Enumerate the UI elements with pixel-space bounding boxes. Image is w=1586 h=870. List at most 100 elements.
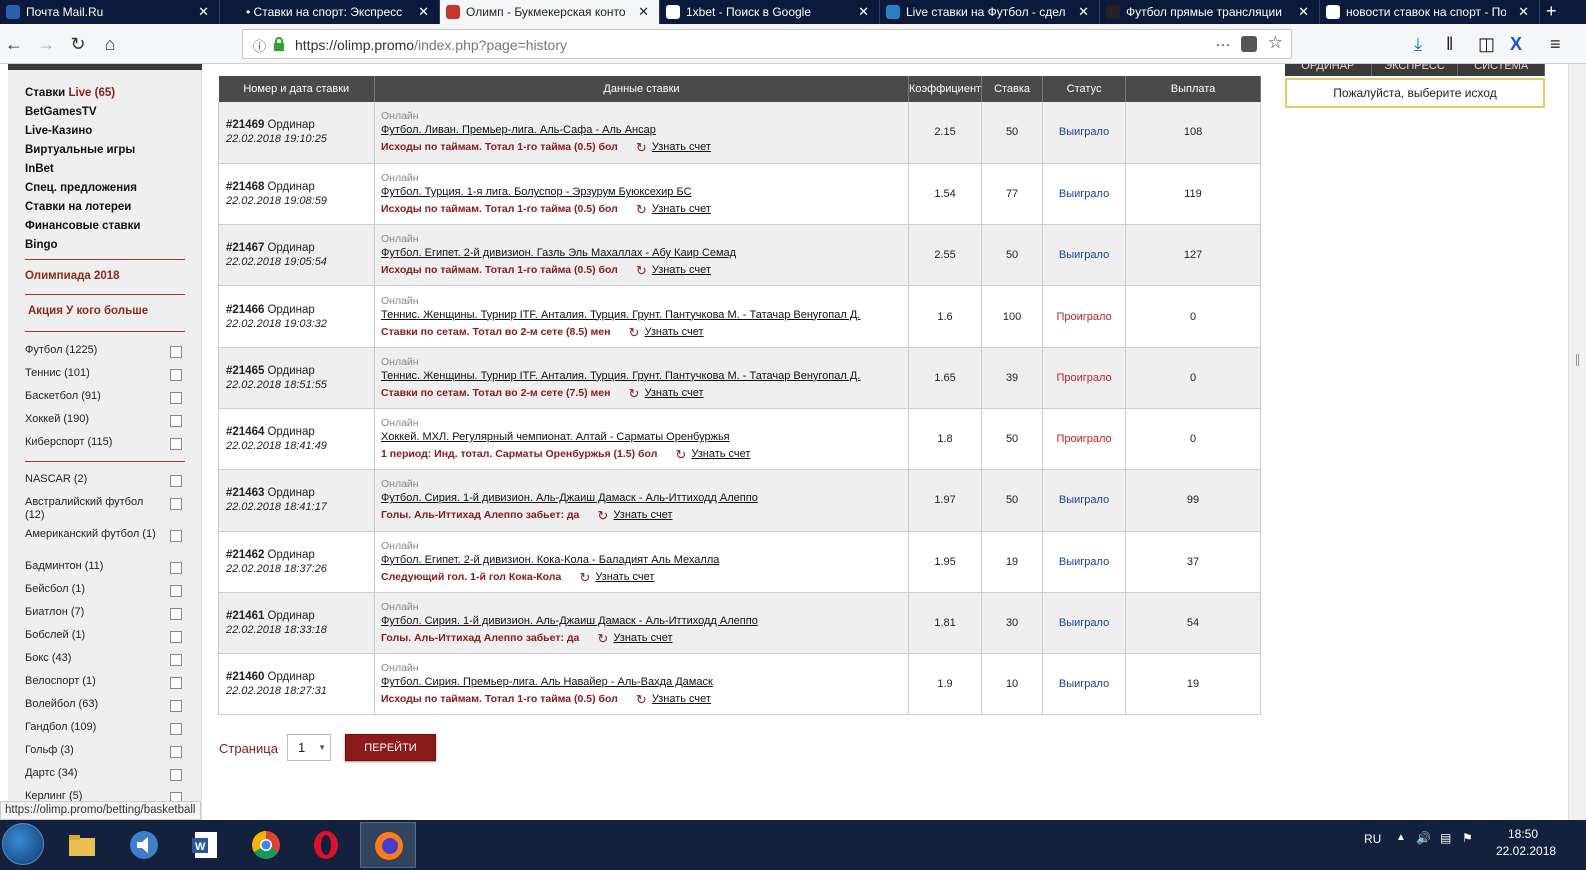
explorer-app[interactable]	[54, 822, 110, 868]
close-icon[interactable]: ✕	[858, 4, 869, 20]
url-bar[interactable]: ⓘ https://olimp.promo/index.php?page=his…	[242, 29, 1292, 59]
pocket-icon[interactable]	[1241, 36, 1257, 52]
refresh-icon[interactable]: ↻	[636, 141, 648, 154]
score-link[interactable]: Узнать счет	[644, 387, 703, 399]
refresh-icon[interactable]: ↻	[597, 509, 609, 522]
score-link[interactable]: Узнать счет	[613, 632, 672, 644]
reload-button[interactable]: ↻	[66, 32, 90, 56]
score-link[interactable]: Узнать счет	[691, 448, 750, 460]
sport-checkbox[interactable]	[170, 369, 182, 381]
page-select[interactable]: 1 ▼	[287, 734, 331, 761]
sport-item[interactable]: Американский футбол (1)	[25, 528, 185, 560]
tray-expand-icon[interactable]: ▲	[1396, 832, 1406, 843]
sport-item[interactable]: Велоспорт (1)	[25, 675, 185, 698]
sport-checkbox[interactable]	[170, 438, 182, 450]
event-link[interactable]: Футбол. Сирия. 1-й дивизион. Аль-Джаиш Д…	[381, 615, 908, 627]
event-link[interactable]: Футбол. Турция. 1-я лига. Болуспор - Эрз…	[381, 186, 908, 198]
sport-checkbox[interactable]	[170, 746, 182, 758]
promo-action[interactable]: Акция У кого больше	[28, 305, 148, 317]
new-tab-icon[interactable]: +	[1540, 0, 1563, 24]
event-link[interactable]: Футбол. Сирия. 1-й дивизион. Аль-Джаиш Д…	[381, 492, 908, 504]
home-button[interactable]: ⌂	[98, 32, 122, 56]
sport-checkbox[interactable]	[170, 654, 182, 666]
flag-icon[interactable]: ⚑	[1462, 831, 1473, 845]
browser-tab[interactable]: новости ставок на спорт - По ✕	[1320, 0, 1540, 24]
sport-checkbox[interactable]	[170, 769, 182, 781]
refresh-icon[interactable]: ↻	[628, 326, 640, 339]
page-scrollbar[interactable]	[1568, 64, 1586, 820]
go-button[interactable]: ПЕРЕЙТИ	[345, 734, 436, 761]
sport-checkbox[interactable]	[170, 562, 182, 574]
score-link[interactable]: Узнать счет	[652, 203, 711, 215]
chrome-app[interactable]	[238, 822, 294, 868]
close-icon[interactable]: ✕	[418, 4, 429, 20]
score-link[interactable]: Узнать счет	[652, 141, 711, 153]
sport-checkbox[interactable]	[170, 723, 182, 735]
sidebar-icon[interactable]: ◫	[1478, 32, 1495, 56]
media-player-app[interactable]	[116, 822, 172, 868]
browser-tab[interactable]: Почта Mail.Ru ✕	[0, 0, 220, 24]
sport-item[interactable]: Биатлон (7)	[25, 606, 185, 629]
sport-item[interactable]: Баскетбол (91)	[25, 390, 185, 413]
clock-date[interactable]: 22.02.2018	[1496, 844, 1556, 858]
sidebar-menu-item[interactable]: Финансовые ставки	[25, 217, 140, 236]
refresh-icon[interactable]: ↻	[636, 203, 648, 216]
network-icon[interactable]: ▤	[1440, 831, 1451, 845]
score-link[interactable]: Узнать счет	[652, 264, 711, 276]
sport-item[interactable]: Хоккей (190)	[25, 413, 185, 436]
sport-item[interactable]: Бокс (43)	[25, 652, 185, 675]
event-link[interactable]: Футбол. Египет. 2-й дивизион. Газль Эль …	[381, 247, 908, 259]
refresh-icon[interactable]: ↻	[636, 264, 648, 277]
sport-checkbox[interactable]	[170, 498, 182, 510]
sport-checkbox[interactable]	[170, 700, 182, 712]
score-link[interactable]: Узнать счет	[595, 571, 654, 583]
sport-item[interactable]: Футбол (1225)	[25, 344, 185, 367]
volume-icon[interactable]: 🔊	[1416, 831, 1431, 845]
sidebar-menu-item[interactable]: BetGamesTV	[25, 103, 140, 122]
tab-single[interactable]: ОРДИНАР	[1285, 64, 1372, 76]
scrollbar-grip[interactable]	[1576, 354, 1579, 366]
sidebar-menu-item[interactable]: Ставки Live (65)	[25, 84, 140, 103]
extension-icon[interactable]: X	[1510, 32, 1522, 56]
refresh-icon[interactable]: ↻	[636, 693, 648, 706]
sidebar-menu-item[interactable]: Live-Казино	[25, 122, 140, 141]
close-icon[interactable]: ✕	[1078, 4, 1089, 20]
sidebar-menu-item[interactable]: Спец. предложения	[25, 179, 140, 198]
browser-tab[interactable]: 1xbet - Поиск в Google ✕	[660, 0, 880, 24]
event-link[interactable]: Хоккей. МХЛ. Регулярный чемпионат. Алтай…	[381, 431, 908, 443]
language-indicator[interactable]: RU	[1364, 832, 1381, 846]
sport-checkbox[interactable]	[170, 530, 182, 542]
start-button[interactable]	[2, 823, 44, 865]
info-icon[interactable]: ⓘ	[253, 36, 266, 55]
browser-tab[interactable]: Live ставки на Футбол - сдела ✕	[880, 0, 1100, 24]
event-link[interactable]: Футбол. Ливан. Премьер-лига. Аль-Сафа - …	[381, 124, 908, 136]
bookmark-star-icon[interactable]: ☆	[1268, 33, 1283, 53]
event-link[interactable]: Футбол. Египет. 2-й дивизион. Кока-Кола …	[381, 554, 908, 566]
browser-tab[interactable]: Футбол прямые трансляции - ✕	[1100, 0, 1320, 24]
more-icon[interactable]: …	[1215, 33, 1231, 51]
close-icon[interactable]: ✕	[198, 4, 209, 20]
event-link[interactable]: Теннис. Женщины. Турнир ITF. Анталия. Ту…	[381, 309, 908, 321]
event-link[interactable]: Футбол. Сирия. Премьер-лига. Аль Навайер…	[381, 676, 908, 688]
score-link[interactable]: Узнать счет	[613, 509, 672, 521]
close-icon[interactable]: ✕	[638, 4, 649, 20]
sport-checkbox[interactable]	[170, 392, 182, 404]
sport-item[interactable]: Волейбол (63)	[25, 698, 185, 721]
clock-time[interactable]: 18:50	[1508, 827, 1538, 841]
sport-item[interactable]: Гандбол (109)	[25, 721, 185, 744]
sport-item[interactable]: Киберспорт (115)	[25, 436, 185, 459]
refresh-icon[interactable]: ↻	[579, 571, 591, 584]
sport-item[interactable]: Дартс (34)	[25, 767, 185, 790]
sport-checkbox[interactable]	[170, 415, 182, 427]
library-icon[interactable]: ‖	[1446, 32, 1453, 56]
sport-item[interactable]: Теннис (101)	[25, 367, 185, 390]
promo-olympics[interactable]: Олимпиада 2018	[25, 270, 120, 282]
sport-checkbox[interactable]	[170, 475, 182, 487]
tab-system[interactable]: СИСТЕМА	[1458, 64, 1545, 76]
word-app[interactable]: W	[178, 822, 234, 868]
refresh-icon[interactable]: ↻	[675, 448, 687, 461]
tab-express[interactable]: ЭКСПРЕСС	[1372, 64, 1459, 76]
sport-item[interactable]: Бадминтон (11)	[25, 560, 185, 583]
close-icon[interactable]: ✕	[1298, 4, 1309, 20]
sport-item[interactable]: Бейсбол (1)	[25, 583, 185, 606]
